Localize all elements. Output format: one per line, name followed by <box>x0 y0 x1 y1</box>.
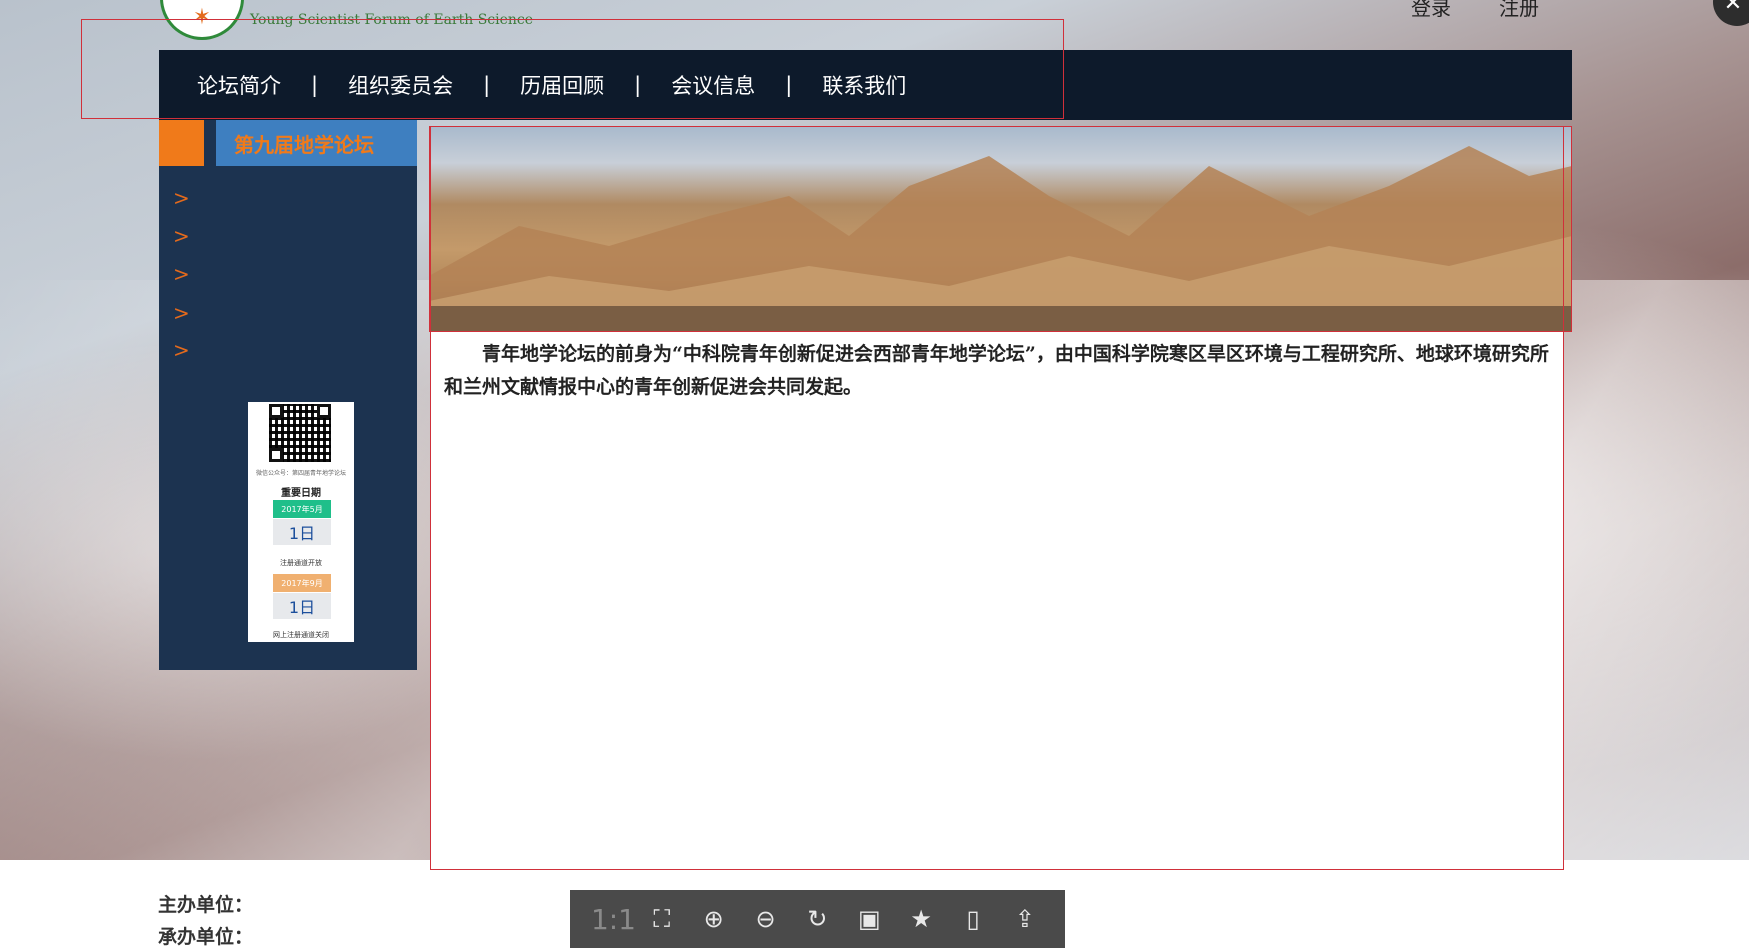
logo-mark-icon: ✶ <box>192 5 212 30</box>
chevron-right-icon[interactable]: > <box>173 224 190 248</box>
nav-item-history[interactable]: 历届回顾 <box>520 70 604 100</box>
nav-separator: | <box>311 73 319 97</box>
qr-finder <box>269 448 283 462</box>
login-link[interactable]: 登录 <box>1411 0 1451 21</box>
share-icon[interactable]: ⇪ <box>1006 905 1044 933</box>
important-dates-title: 重要日期 <box>281 488 321 499</box>
qr-card: 微信公众号：第四届青年地学论坛 重要日期 2017年5月 1日 注册通道开放 2… <box>248 402 354 642</box>
site-subtitle: Young Scientist Forum of Earth Science <box>250 12 534 28</box>
top-links: 登录 注册 <box>1411 0 1539 21</box>
organizer-unit-label: 承办单位： <box>158 926 254 948</box>
sidebar-accent <box>159 120 204 166</box>
date-note: 注册通道开放 <box>280 559 322 567</box>
mountain-silhouette <box>429 146 1572 332</box>
tablet-icon[interactable]: ▯ <box>954 905 992 933</box>
chevron-right-icon[interactable]: > <box>173 301 190 325</box>
desert-mountain-banner-image <box>429 126 1572 332</box>
fit-screen-icon[interactable]: ⛶ <box>643 905 681 933</box>
nav-separator: | <box>634 73 642 97</box>
qr-finder <box>317 404 331 418</box>
image-viewer-toolbar: 1:1 ⛶ ⊕ ⊖ ↻ ▣ ★ ▯ ⇪ <box>570 890 1065 948</box>
main-navbar: 论坛简介 | 组织委员会 | 历届回顾 | 会议信息 | 联系我们 <box>159 50 1572 120</box>
date-month-badge: 2017年9月 <box>273 574 331 592</box>
bookmark-icon[interactable]: ★ <box>902 905 940 933</box>
intro-paragraph: 青年地学论坛的前身为“中科院青年创新促进会西部青年地学论坛”，由中国科学院寒区旱… <box>444 343 1549 398</box>
save-icon[interactable]: ▣ <box>850 905 888 933</box>
qr-finder <box>269 404 283 418</box>
qr-caption: 微信公众号：第四届青年地学论坛 <box>255 470 346 477</box>
host-unit-label: 主办单位： <box>158 894 254 916</box>
zoom-out-icon[interactable]: ⊖ <box>747 905 785 933</box>
date-day: 1日 <box>273 593 331 619</box>
sidebar-header: 第九届地学论坛 <box>159 120 417 166</box>
zoom-in-icon[interactable]: ⊕ <box>695 905 733 933</box>
chevron-right-icon[interactable]: > <box>173 186 190 210</box>
nav-separator: | <box>785 73 793 97</box>
chevron-right-icon[interactable]: > <box>173 262 190 286</box>
rotate-icon[interactable]: ↻ <box>798 905 836 933</box>
nav-separator: | <box>483 73 491 97</box>
nav-item-intro[interactable]: 论坛简介 <box>197 70 281 100</box>
register-link[interactable]: 注册 <box>1499 0 1539 21</box>
sidebar-title: 第九届地学论坛 <box>216 120 417 166</box>
date-month-badge: 2017年5月 <box>273 500 331 518</box>
nav-item-contact[interactable]: 联系我们 <box>822 70 906 100</box>
nav-item-meeting-info[interactable]: 会议信息 <box>671 70 755 100</box>
actual-size-button[interactable]: 1:1 <box>591 903 636 936</box>
date-day: 1日 <box>273 519 331 545</box>
nav-item-committee[interactable]: 组织委员会 <box>348 70 453 100</box>
sidebar: 第九届地学论坛 > > > > > 微信公众号：第四届青年地学论坛 重要日期 2… <box>159 120 417 670</box>
close-icon: ✕ <box>1723 0 1743 16</box>
chevron-right-icon[interactable]: > <box>173 338 190 362</box>
qr-code-icon <box>269 404 331 462</box>
date-note: 网上注册通道关闭 <box>273 631 329 639</box>
